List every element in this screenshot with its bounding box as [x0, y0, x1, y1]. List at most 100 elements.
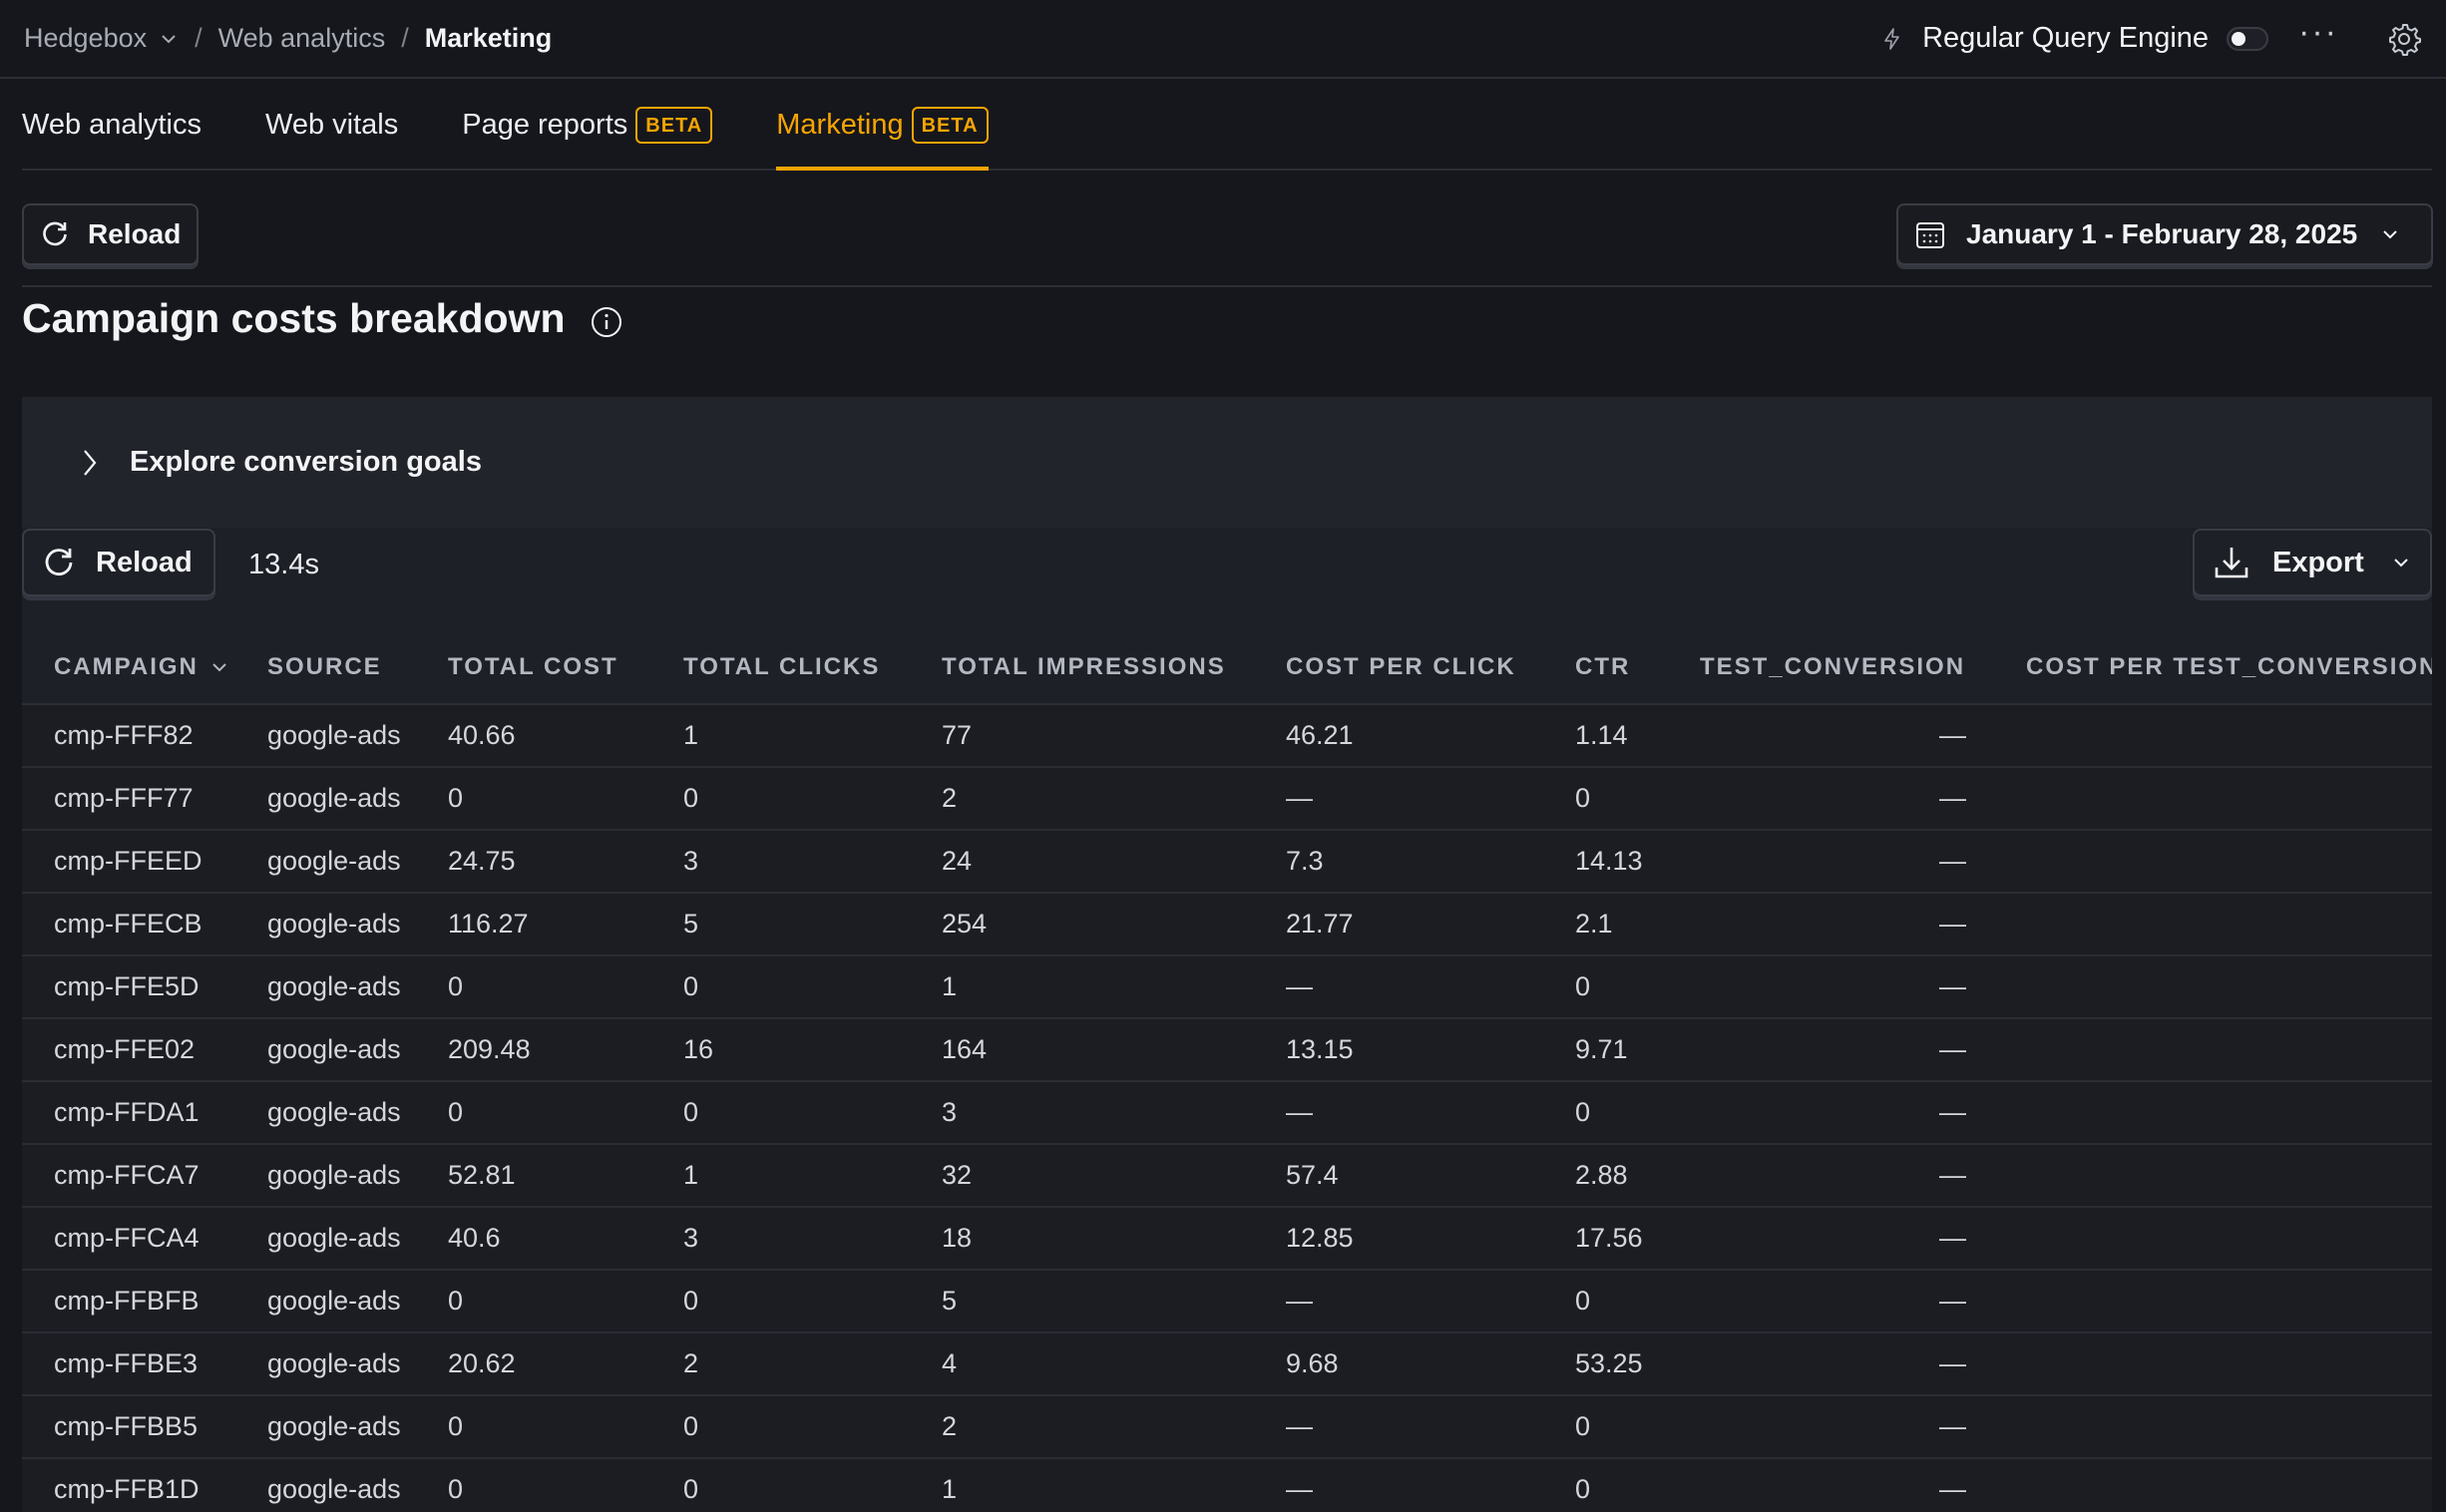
date-range-picker[interactable]: January 1 - February 28, 2025: [1896, 203, 2433, 265]
campaign-cell: cmp-FFF82: [22, 704, 235, 768]
campaign-cell: cmp-FFCA7: [22, 1144, 235, 1208]
query-elapsed-time: 13.4s: [248, 549, 319, 580]
ctr-cell: 2.1: [1543, 893, 1668, 956]
total-clicks-cell: 1: [651, 704, 910, 768]
info-icon[interactable]: [590, 305, 623, 339]
campaign-cell: cmp-FFE5D: [22, 955, 235, 1019]
cost-per-click-cell: 57.4: [1254, 1144, 1543, 1208]
explore-conversion-goals[interactable]: Explore conversion goals: [22, 397, 2432, 528]
column-header-cost-per-test-conversion[interactable]: COST PER TEST_CONVERSION: [1994, 630, 2432, 705]
campaign-cell: cmp-FFBE3: [22, 1332, 235, 1396]
table-row[interactable]: cmp-FFECB google-ads 116.27 5 254 21.77 2.1—: [22, 893, 2432, 956]
beta-badge: BETA: [911, 107, 989, 144]
source-cell: google-ads: [235, 767, 416, 831]
column-header-source[interactable]: SOURCE: [235, 630, 416, 705]
reload-button[interactable]: Reload: [22, 203, 199, 265]
table-row[interactable]: cmp-FFBE3 google-ads 20.62 2 4 9.68 53.25—: [22, 1332, 2432, 1396]
tab-page-reports[interactable]: Page reports BETA: [462, 80, 713, 169]
cost-per-test-conversion-cell: [1994, 893, 2432, 956]
table-row[interactable]: cmp-FFF82 google-ads 40.66 1 77 46.21 1.14—: [22, 704, 2432, 768]
source-cell: google-ads: [235, 1207, 416, 1271]
table-row[interactable]: cmp-FFF77 google-ads 0 0 2—0—: [22, 767, 2432, 831]
more-options-icon[interactable]: ···: [2298, 15, 2338, 63]
total-cost-cell: 0: [416, 1270, 651, 1333]
cost-per-click-cell: —: [1254, 955, 1543, 1019]
campaign-costs-panel: Explore conversion goals Reload 13.4s Ex…: [22, 397, 2432, 1512]
column-header-total-impressions[interactable]: TOTAL IMPRESSIONS: [910, 630, 1254, 705]
source-cell: google-ads: [235, 1081, 416, 1145]
cost-per-click-cell: 12.85: [1254, 1207, 1543, 1271]
total-clicks-cell: 0: [651, 1395, 910, 1459]
column-header-cost-per-click[interactable]: COST PER CLICK: [1254, 630, 1543, 705]
table-row[interactable]: cmp-FFEED google-ads 24.75 3 24 7.3 14.13—: [22, 830, 2432, 894]
campaign-costs-table: CAMPAIGN SOURCE TOTAL COST TOTAL CLICKS …: [22, 630, 2432, 1512]
divider: [22, 285, 2432, 287]
total-impressions-cell: 77: [910, 704, 1254, 768]
sort-chevron-down-icon[interactable]: [210, 658, 228, 676]
source-cell: google-ads: [235, 1395, 416, 1459]
ctr-cell: 0: [1543, 1081, 1668, 1145]
source-cell: google-ads: [235, 1332, 416, 1396]
chevron-down-icon[interactable]: [159, 29, 179, 49]
tab-label: Web analytics: [22, 109, 202, 141]
breadcrumb-current: Marketing: [424, 23, 553, 53]
top-bar: Hedgebox / Web analytics / Marketing Reg…: [0, 0, 2446, 79]
gear-icon[interactable]: [2386, 21, 2422, 57]
query-engine-toggle[interactable]: [2227, 26, 2269, 51]
table-row[interactable]: cmp-FFBB5 google-ads 0 0 2—0—: [22, 1395, 2432, 1459]
test-conversion-cell: —: [1668, 767, 1994, 831]
calendar-icon: [1916, 222, 1944, 248]
cost-per-test-conversion-cell: [1994, 1018, 2432, 1082]
tab-marketing[interactable]: Marketing BETA: [776, 80, 989, 171]
reload-label: Reload: [88, 218, 182, 249]
total-cost-cell: 52.81: [416, 1144, 651, 1208]
export-button[interactable]: Export: [2193, 529, 2432, 596]
breadcrumb-project[interactable]: Hedgebox: [24, 23, 147, 54]
test-conversion-cell: —: [1668, 1458, 1994, 1512]
table-row[interactable]: cmp-FFE02 google-ads 209.48 16 164 13.15 9.71—: [22, 1018, 2432, 1082]
column-header-campaign[interactable]: CAMPAIGN: [22, 630, 235, 705]
chevron-down-icon: [2383, 230, 2397, 239]
tab-bar: Web analytics Web vitals Page reports BE…: [22, 80, 2432, 171]
cost-per-click-cell: 21.77: [1254, 893, 1543, 956]
total-clicks-cell: 0: [651, 1458, 910, 1512]
breadcrumb-web-analytics[interactable]: Web analytics: [218, 23, 386, 54]
table-row[interactable]: cmp-FFB1D google-ads 0 0 1—0—: [22, 1458, 2432, 1512]
total-cost-cell: 0: [416, 1081, 651, 1145]
download-icon: [2215, 548, 2248, 578]
ctr-cell: 0: [1543, 1270, 1668, 1333]
breadcrumb-separator: /: [195, 23, 203, 53]
campaign-table-container[interactable]: CAMPAIGN SOURCE TOTAL COST TOTAL CLICKS …: [22, 630, 2432, 1512]
tab-web-vitals[interactable]: Web vitals: [265, 80, 398, 169]
cost-per-click-cell: —: [1254, 1270, 1543, 1333]
column-header-test-conversion[interactable]: TEST_CONVERSION: [1668, 630, 1994, 705]
reload-icon: [43, 221, 67, 246]
total-cost-cell: 209.48: [416, 1018, 651, 1082]
total-clicks-cell: 1: [651, 1144, 910, 1208]
tab-label: Page reports: [462, 109, 628, 141]
column-header-ctr[interactable]: CTR: [1543, 630, 1668, 705]
column-header-total-cost[interactable]: TOTAL COST: [416, 630, 651, 705]
table-row[interactable]: cmp-FFCA7 google-ads 52.81 1 32 57.4 2.88—: [22, 1144, 2432, 1208]
cost-per-test-conversion-cell: [1994, 1144, 2432, 1208]
query-engine-label: Regular Query Engine: [1922, 22, 2210, 54]
cost-per-test-conversion-cell: [1994, 830, 2432, 894]
table-row[interactable]: cmp-FFCA4 google-ads 40.6 3 18 12.85 17.56—: [22, 1207, 2432, 1271]
test-conversion-cell: —: [1668, 955, 1994, 1019]
column-header-total-clicks[interactable]: TOTAL CLICKS: [651, 630, 910, 705]
tab-web-analytics[interactable]: Web analytics: [22, 80, 202, 169]
ctr-cell: 53.25: [1543, 1332, 1668, 1396]
total-clicks-cell: 5: [651, 893, 910, 956]
ctr-cell: 1.14: [1543, 704, 1668, 768]
table-row[interactable]: cmp-FFBFB google-ads 0 0 5—0—: [22, 1270, 2432, 1333]
ctr-cell: 0: [1543, 767, 1668, 831]
cost-per-click-cell: —: [1254, 767, 1543, 831]
table-row[interactable]: cmp-FFE5D google-ads 0 0 1—0—: [22, 955, 2432, 1019]
reload-query-button[interactable]: Reload: [22, 529, 215, 596]
campaign-cell: cmp-FFE02: [22, 1018, 235, 1082]
total-impressions-cell: 164: [910, 1018, 1254, 1082]
total-clicks-cell: 3: [651, 830, 910, 894]
test-conversion-cell: —: [1668, 1332, 1994, 1396]
total-impressions-cell: 2: [910, 1395, 1254, 1459]
table-row[interactable]: cmp-FFDA1 google-ads 0 0 3—0—: [22, 1081, 2432, 1145]
